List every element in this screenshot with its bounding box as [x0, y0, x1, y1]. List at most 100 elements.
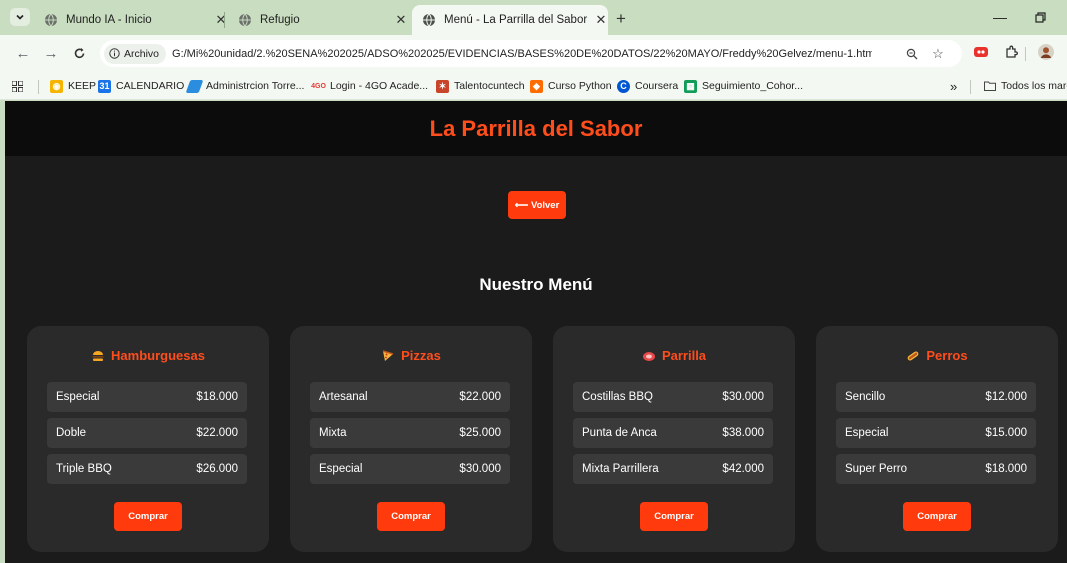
bookmarks-bar: ◉ KEEP 31 CALENDARIO Administrcion Torre…: [0, 72, 1067, 100]
buy-button-pizzas[interactable]: Comprar: [377, 502, 445, 531]
item-price: $12.000: [985, 391, 1027, 403]
item-price: $22.000: [459, 391, 501, 403]
bookmark-label: CALENDARIO: [116, 80, 185, 92]
bookmark-curso-python[interactable]: ◆ Curso Python: [530, 77, 612, 95]
avatar[interactable]: [1038, 44, 1054, 60]
menu-item: Punta de Anca $38.000: [573, 418, 773, 448]
tab-label: Menú - La Parrilla del Sabor: [444, 14, 588, 26]
browser-toolbar: ← → Archivo G:/Mi%20unidad/2.%20SENA%202…: [0, 35, 1067, 72]
category-card-pizzas: Pizzas Artesanal $22.000 Mixta $25.000 Esp…: [290, 326, 532, 552]
tab-refugio[interactable]: Refugio ✕: [232, 5, 408, 35]
menu-heading: Nuestro Menú: [479, 275, 593, 294]
extension-badge-icon[interactable]: [973, 44, 989, 60]
4go-icon: 4GO: [311, 82, 326, 90]
category-title-text: Parrilla: [661, 348, 707, 363]
overflow-label: »: [950, 78, 958, 94]
item-price: $18.000: [985, 463, 1027, 475]
bookmark-label: Seguimiento_Cohor...: [702, 80, 803, 92]
bookmark-administracion[interactable]: Administrcion Torre...: [185, 77, 304, 95]
site-header: La Parrilla del Sabor: [5, 101, 1067, 156]
puzzle-icon[interactable]: [1003, 44, 1019, 60]
tab-strip: Mundo IA - Inicio ✕ Refugio ✕ Menú - La …: [0, 0, 1067, 35]
python-icon: ◆: [530, 79, 543, 93]
item-price: $30.000: [459, 463, 501, 475]
reload-button[interactable]: [70, 44, 88, 62]
forward-nav-button[interactable]: →: [42, 44, 60, 62]
item-name: Especial: [56, 391, 100, 403]
arrow-right-icon: →: [43, 44, 59, 62]
restore-button[interactable]: [1030, 8, 1050, 26]
bookmark-keep[interactable]: ◉ KEEP: [50, 77, 96, 95]
bookmark-seguimiento[interactable]: ▦ Seguimiento_Cohor...: [684, 77, 803, 95]
origin-chip-label: Archivo: [124, 47, 160, 60]
address-bar[interactable]: Archivo G:/Mi%20unidad/2.%20SENA%202025/…: [100, 40, 962, 67]
menu-item: Super Perro $18.000: [836, 454, 1036, 484]
page-viewport: La Parrilla del Sabor ⟵ Volver Nuestro M…: [5, 101, 1067, 563]
reload-icon: [74, 47, 84, 58]
meat-icon: [642, 349, 656, 363]
buy-button-parrilla[interactable]: Comprar: [640, 502, 708, 531]
item-name: Sencillo: [845, 391, 886, 403]
menu-item: Artesanal $22.000: [310, 382, 510, 412]
bookmark-divider: [970, 80, 971, 94]
item-name: Super Perro: [845, 463, 908, 475]
category-title: Perros: [816, 348, 1058, 363]
item-name: Especial: [319, 463, 363, 475]
item-name: Triple BBQ: [56, 463, 112, 475]
tab-menu-active[interactable]: Menú - La Parrilla del Sabor ✕: [412, 5, 608, 35]
globe-icon: [423, 13, 435, 27]
menu-item: Doble $22.000: [47, 418, 247, 448]
bookmark-label: Login - 4GO Acade...: [330, 80, 429, 92]
zoom-icon[interactable]: [904, 46, 920, 62]
bookmark-calendario[interactable]: 31 CALENDARIO: [98, 77, 184, 95]
item-name: Punta de Anca: [582, 427, 657, 439]
bookmark-4go[interactable]: 4GO Login - 4GO Acade...: [311, 77, 429, 95]
category-card-hamburguesas: Hamburguesas Especial $18.000 Doble $22.00…: [27, 326, 269, 552]
url-text: G:/Mi%20unidad/2.%20SENA%202025/ADSO%202…: [172, 47, 873, 60]
bookmark-coursera[interactable]: C Coursera: [617, 77, 678, 95]
info-icon: [109, 48, 120, 59]
tab-label: Mundo IA - Inicio: [66, 14, 152, 26]
all-bookmarks-label: Todos los marcadores: [1001, 80, 1067, 92]
back-button[interactable]: ⟵ Volver: [508, 191, 566, 219]
bookmarks-overflow-button[interactable]: »: [950, 77, 957, 95]
new-tab-button[interactable]: +: [612, 9, 630, 28]
item-name: Mixta: [319, 427, 347, 439]
all-bookmarks-folder[interactable]: Todos los marcadores: [984, 77, 1067, 95]
apps-button[interactable]: [12, 77, 23, 95]
folder-icon: [984, 81, 996, 91]
hotdog-icon: [906, 349, 920, 363]
back-nav-button[interactable]: ←: [14, 44, 32, 62]
bookmark-label: Talentocuntech: [454, 80, 525, 92]
pizza-icon: [381, 349, 395, 363]
close-icon[interactable]: ✕: [214, 12, 228, 27]
tab-search-button[interactable]: [10, 8, 30, 26]
menu-item: Mixta $25.000: [310, 418, 510, 448]
item-price: $22.000: [196, 427, 238, 439]
item-name: Costillas BBQ: [582, 391, 653, 403]
arrow-left-icon: ←: [15, 44, 31, 62]
item-price: $15.000: [985, 427, 1027, 439]
bookmark-label: Curso Python: [548, 80, 612, 92]
close-icon[interactable]: ✕: [594, 12, 608, 27]
tab-mundo-ia[interactable]: Mundo IA - Inicio ✕: [38, 5, 228, 35]
bookmark-star-icon[interactable]: ☆: [930, 46, 946, 62]
globe-icon: [45, 13, 57, 27]
globe-icon: [239, 13, 251, 27]
buy-button-hamburguesas[interactable]: Comprar: [114, 502, 182, 531]
minimize-button[interactable]: —: [990, 8, 1010, 26]
keep-icon: ◉: [50, 79, 63, 93]
item-price: $38.000: [722, 427, 764, 439]
close-icon[interactable]: ✕: [394, 12, 408, 27]
category-title: Parrilla: [553, 348, 795, 363]
apps-grid-icon: [12, 80, 23, 92]
tab-divider: [224, 12, 225, 28]
site-title: La Parrilla del Sabor: [429, 115, 643, 141]
site-info-chip[interactable]: Archivo: [104, 43, 167, 64]
bookmark-talentocuntech[interactable]: ✶ Talentocuntech: [436, 77, 525, 95]
buy-button-perros[interactable]: Comprar: [903, 502, 971, 531]
menu-item: Mixta Parrillera $42.000: [573, 454, 773, 484]
category-title-text: Hamburguesas: [111, 348, 205, 363]
sheets-icon: ▦: [684, 79, 697, 93]
tab-label: Refugio: [260, 14, 300, 26]
